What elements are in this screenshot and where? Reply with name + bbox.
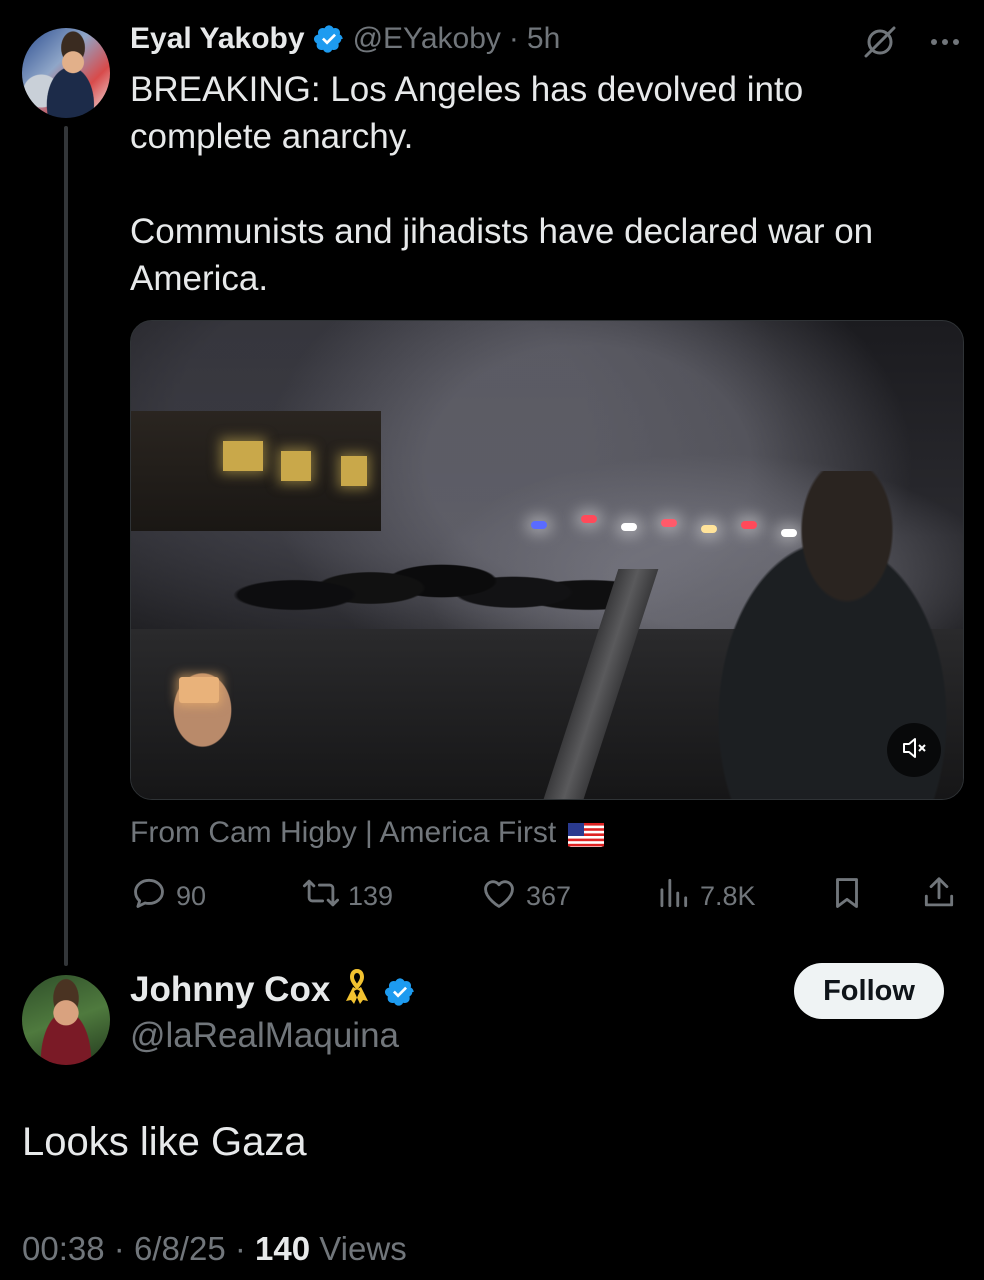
- tweet1-top-actions: [862, 24, 962, 60]
- bookmark-button[interactable]: [828, 872, 866, 920]
- reply-icon: [130, 874, 168, 919]
- yellow-ribbon-icon: [342, 965, 372, 1014]
- views-icon: [654, 874, 692, 919]
- tweet1-header: Eyal Yakoby @EYakoby · 5h: [130, 22, 560, 56]
- share-icon: [920, 874, 958, 919]
- tweet1-paragraph-2: Communists and jihadists have declared w…: [130, 212, 874, 298]
- tweet1-paragraph-1: BREAKING: Los Angeles has devolved into …: [130, 70, 804, 156]
- tweet1-video[interactable]: [130, 320, 964, 800]
- tweet2-time[interactable]: 00:38: [22, 1230, 105, 1267]
- thread-connector-line: [64, 126, 68, 966]
- video-source-text[interactable]: From Cam Higby | America First: [130, 816, 556, 850]
- repost-count: 139: [348, 880, 394, 911]
- video-source-line: From Cam Higby | America First: [130, 816, 605, 850]
- us-flag-icon: [568, 821, 605, 847]
- tweet1-action-bar: 90 139 367 7.8K: [130, 872, 962, 920]
- tweet1-handle[interactable]: @EYakoby: [353, 22, 501, 56]
- tweet2-author-name[interactable]: Johnny Cox: [130, 970, 330, 1010]
- grok-icon[interactable]: [862, 24, 898, 60]
- tweet2-views-count: 140: [255, 1230, 311, 1267]
- mute-button[interactable]: [887, 723, 941, 777]
- reply-count: 90: [176, 880, 207, 911]
- repost-button[interactable]: 139: [302, 872, 393, 920]
- tweet1-time[interactable]: 5h: [527, 22, 560, 56]
- tweet1-text: BREAKING: Los Angeles has devolved into …: [130, 66, 950, 302]
- follow-button[interactable]: Follow: [794, 963, 944, 1019]
- tweet2-views-label: Views: [319, 1230, 407, 1267]
- verified-badge-icon: [384, 974, 416, 1006]
- share-button[interactable]: [920, 872, 958, 920]
- video-scene-phone: [179, 677, 219, 703]
- avatar-eyal-yakoby[interactable]: [22, 28, 110, 118]
- reply-button[interactable]: 90: [130, 872, 206, 920]
- mute-icon: [900, 734, 928, 767]
- more-icon[interactable]: [928, 25, 962, 59]
- repost-icon: [302, 874, 340, 919]
- verified-badge-icon: [313, 23, 345, 55]
- tweet2-meta: 00:38 · 6/8/25 · 140 Views: [22, 1230, 407, 1268]
- like-count: 367: [526, 880, 572, 911]
- bookmark-icon: [828, 874, 866, 919]
- tweet2-text: Looks like Gaza: [22, 1120, 307, 1164]
- views-button[interactable]: 7.8K: [654, 872, 756, 920]
- tweet2-separator-2: ·: [234, 1230, 246, 1267]
- tweet1-separator: ·: [508, 22, 519, 55]
- tweet2-date[interactable]: 6/8/25: [134, 1230, 226, 1267]
- views-count: 7.8K: [700, 880, 756, 911]
- tweet2-separator-1: ·: [113, 1230, 125, 1267]
- like-button[interactable]: 367: [480, 872, 571, 920]
- tweet2-handle[interactable]: @laRealMaquina: [130, 1016, 399, 1056]
- like-icon: [480, 874, 518, 919]
- tweet1-author-name[interactable]: Eyal Yakoby: [130, 22, 305, 56]
- avatar-johnny-cox[interactable]: [22, 975, 110, 1065]
- post-detail-page: Eyal Yakoby @EYakoby · 5h BREAKING: Los …: [0, 0, 984, 1280]
- tweet2-name-row: Johnny Cox: [130, 965, 416, 1014]
